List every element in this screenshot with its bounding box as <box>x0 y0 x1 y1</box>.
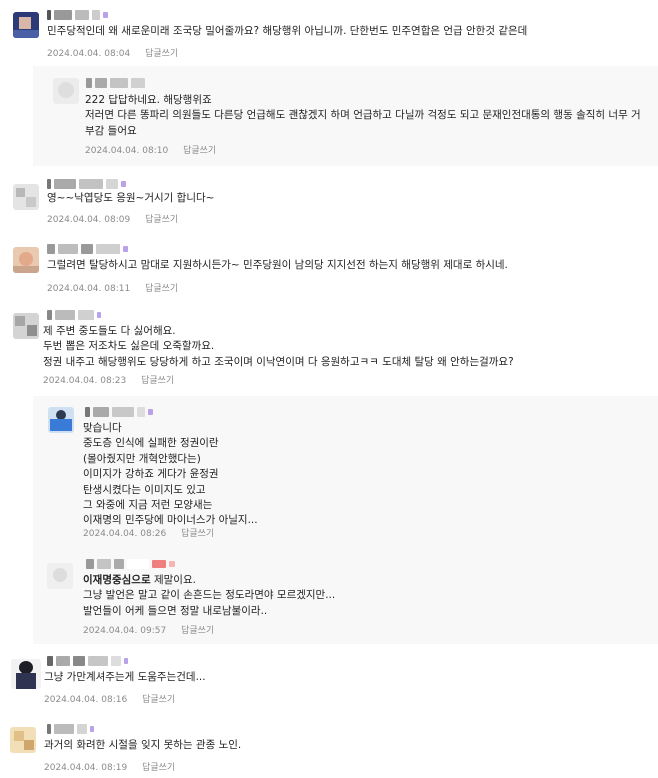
reply-comment: 이재명중심으로 제말이요. 그냥 발언은 말고 같이 손흔드는 정도라면야 모르… <box>33 548 658 644</box>
comment-meta: 2024.04.04. 08:19 답글쓰기 <box>44 760 175 773</box>
avatar[interactable] <box>47 563 73 589</box>
comment: 제 주변 중도들도 다 싫어해요. 두번 뽑은 저조차도 싫은데 오죽할까요. … <box>0 297 658 396</box>
comment: 영~~낙엽당도 응원~거시기 합니다~ 2024.04.04. 08:09 답글… <box>0 166 658 230</box>
avatar[interactable] <box>13 313 39 339</box>
comment-time: 08:10 <box>142 146 169 156</box>
nickname-censored[interactable] <box>86 77 145 89</box>
reply-button[interactable]: 답글쓰기 <box>181 626 214 636</box>
comment-time: 08:23 <box>100 376 127 386</box>
nickname-censored[interactable] <box>47 309 101 321</box>
comment-meta: 2024.04.04. 09:57 답글쓰기 <box>83 623 214 636</box>
comment-meta: 2024.04.04. 08:23 답글쓰기 <box>43 373 174 386</box>
comment-meta: 2024.04.04. 08:11 답글쓰기 <box>47 281 178 294</box>
comment-time: 09:57 <box>140 626 167 636</box>
comment-text: 과거의 화려한 시절을 잊지 못하는 관종 노인. <box>44 739 242 751</box>
nickname-censored[interactable] <box>47 178 126 190</box>
nickname-censored[interactable] <box>86 558 175 570</box>
avatar[interactable] <box>13 247 39 273</box>
nickname-censored[interactable] <box>47 9 108 21</box>
avatar[interactable] <box>53 78 79 104</box>
reply-comment: 222 답답하네요. 해당행위죠 저러면 다른 똥파리 의원들도 다른당 언급해… <box>33 66 658 166</box>
reply-button[interactable]: 답글쓰기 <box>142 763 175 773</box>
comment: 그럴려면 탈당하시고 맘대로 지원하시든가~ 민주당원이 남의당 지지선전 하는… <box>0 230 658 297</box>
comment-text: 영~~낙엽당도 응원~거시기 합니다~ <box>47 192 215 204</box>
comment-date: 2024.04.04. <box>83 626 138 636</box>
comment-text: 이재명중심으로 제말이요. 그냥 발언은 말고 같이 손흔드는 정도라면야 모르… <box>83 573 643 619</box>
comment: 그냥 가만계셔주는게 도움주는건데... 2024.04.04. 08:16 답… <box>0 644 658 712</box>
reply-button[interactable]: 답글쓰기 <box>145 215 178 225</box>
avatar[interactable] <box>11 659 41 689</box>
comment-date: 2024.04.04. <box>83 529 138 539</box>
avatar[interactable] <box>13 12 39 38</box>
nickname-censored[interactable] <box>47 723 94 735</box>
comment-meta: 2024.04.04. 08:26 답글쓰기 <box>83 526 214 539</box>
reply-button[interactable]: 답글쓰기 <box>141 376 174 386</box>
reply-button[interactable]: 답글쓰기 <box>145 284 178 294</box>
comment-time: 08:16 <box>101 695 128 705</box>
comment-text: 맞습니다 중도층 인식에 실패한 정권이란 (몰아줬지만 개혁안했다는) 이미지… <box>83 422 258 527</box>
avatar[interactable] <box>48 407 74 433</box>
comment-text: 그냥 가만계셔주는게 도움주는건데... <box>44 671 206 683</box>
comment-time: 08:26 <box>140 529 167 539</box>
mention-tag[interactable]: 이재명중심으로 <box>83 574 151 586</box>
comment-date: 2024.04.04. <box>47 215 102 225</box>
comment-meta: 2024.04.04. 08:10 답글쓰기 <box>85 143 216 156</box>
reply-comment: 맞습니다 중도층 인식에 실패한 정권이란 (몰아줬지만 개혁안했다는) 이미지… <box>33 396 658 548</box>
comment-meta: 2024.04.04. 08:04 답글쓰기 <box>47 46 178 59</box>
comment-date: 2024.04.04. <box>43 376 98 386</box>
reply-button[interactable]: 답글쓰기 <box>145 49 178 59</box>
comment-date: 2024.04.04. <box>44 763 99 773</box>
comment-time: 08:09 <box>104 215 131 225</box>
nickname-censored[interactable] <box>85 406 153 418</box>
nickname-censored[interactable] <box>47 243 128 255</box>
comment-time: 08:19 <box>101 763 128 773</box>
comment-date: 2024.04.04. <box>44 695 99 705</box>
comment-meta: 2024.04.04. 08:09 답글쓰기 <box>47 212 178 225</box>
avatar[interactable] <box>10 727 36 753</box>
reply-button[interactable]: 답글쓰기 <box>181 529 214 539</box>
comment: 과거의 화려한 시절을 잊지 못하는 관종 노인. 2024.04.04. 08… <box>0 712 658 778</box>
comment-text: 민주당적인데 왜 새로운미래 조국당 밀어줄까요? 해당행위 아닙니까. 단한번… <box>47 25 528 37</box>
comment-text: 제 주변 중도들도 다 싫어해요. 두번 뽑은 저조차도 싫은데 오죽할까요. … <box>43 325 514 368</box>
comment-date: 2024.04.04. <box>47 49 102 59</box>
reply-button[interactable]: 답글쓰기 <box>142 695 175 705</box>
comment-date: 2024.04.04. <box>47 284 102 294</box>
comment: 민주당적인데 왜 새로운미래 조국당 밀어줄까요? 해당행위 아닙니까. 단한번… <box>0 0 658 66</box>
comment-time: 08:11 <box>104 284 131 294</box>
comment-text: 222 답답하네요. 해당행위죠 저러면 다른 똥파리 의원들도 다른당 언급해… <box>85 94 641 137</box>
comment-text: 그럴려면 탈당하시고 맘대로 지원하시든가~ 민주당원이 남의당 지지선전 하는… <box>47 259 508 271</box>
comment-meta: 2024.04.04. 08:16 답글쓰기 <box>44 692 175 705</box>
comment-date: 2024.04.04. <box>85 146 140 156</box>
comment-time: 08:04 <box>104 49 131 59</box>
reply-button[interactable]: 답글쓰기 <box>183 146 216 156</box>
avatar[interactable] <box>13 184 39 210</box>
nickname-censored[interactable] <box>47 655 128 667</box>
